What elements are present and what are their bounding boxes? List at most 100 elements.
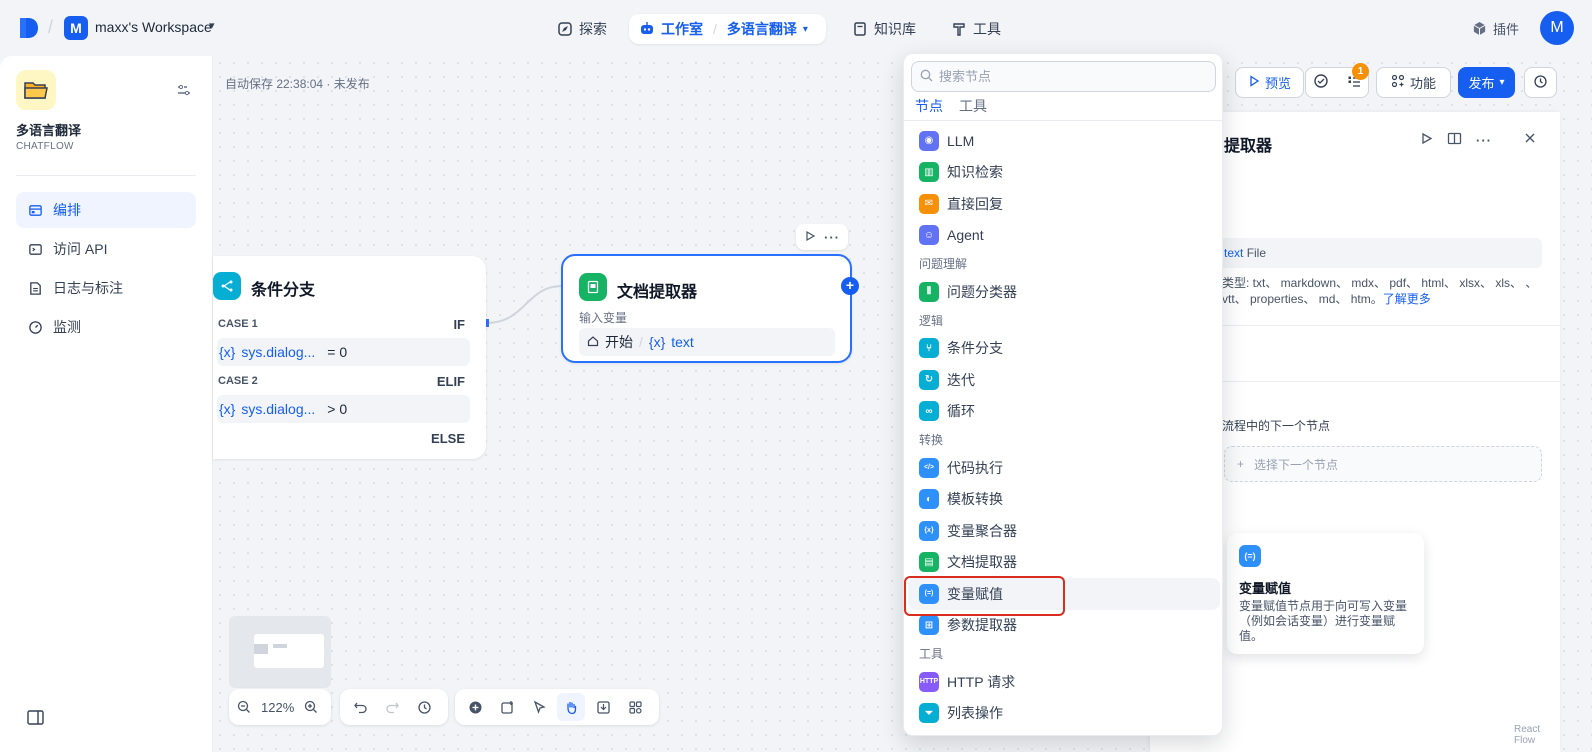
document-extractor-node[interactable]: 文档提取器 输入变量 开始 / {x} text: [561, 254, 852, 363]
search-input[interactable]: [939, 69, 1199, 84]
tab-tools[interactable]: 工具: [959, 96, 987, 122]
add-node-icon[interactable]: [461, 693, 489, 721]
condition-operator: = 0: [327, 344, 348, 360]
sidebar-item-logs[interactable]: 日志与标注: [16, 270, 196, 306]
case-tag: IF: [453, 317, 465, 332]
node-option[interactable]: ⑂ 条件分支: [904, 333, 1222, 365]
node-option[interactable]: ↻ 迭代: [904, 364, 1222, 396]
version-history-button[interactable]: [1524, 67, 1557, 98]
react-flow-attribution[interactable]: React Flow: [1514, 724, 1560, 746]
variable-assign-icon: (=): [1239, 545, 1261, 567]
chevron-down-icon[interactable]: ▾: [209, 19, 215, 32]
input-variable-row[interactable]: 开始 / {x} text: [579, 328, 835, 356]
node-option[interactable]: ⫴ 问题分类器: [904, 276, 1222, 308]
more-icon[interactable]: ···: [824, 230, 840, 245]
tab-bar: 节点 工具: [915, 96, 987, 122]
node-option[interactable]: </> 代码执行: [904, 452, 1222, 484]
node-title: 条件分支: [251, 282, 316, 299]
redo-icon[interactable]: [378, 693, 406, 721]
play-icon[interactable]: [1420, 132, 1433, 148]
zoom-level[interactable]: 122%: [259, 700, 296, 715]
minimap-node: [273, 644, 287, 648]
node-option[interactable]: HTTP HTTP 请求: [904, 666, 1222, 698]
select-next-node-button[interactable]: + 选择下一个节点: [1224, 446, 1542, 482]
history-controls: [340, 689, 448, 725]
history-icon[interactable]: [410, 693, 438, 721]
case-label: CASE 2: [218, 375, 258, 387]
close-icon[interactable]: [1524, 132, 1536, 147]
book-open-icon[interactable]: [1447, 132, 1462, 148]
sidebar-item-monitor[interactable]: 监测: [16, 309, 196, 345]
features-label: 功能: [1409, 76, 1436, 91]
sidebar-item-api[interactable]: 访问 API: [16, 231, 196, 267]
workspace-badge[interactable]: M: [64, 16, 88, 40]
preview-button[interactable]: 预览: [1235, 67, 1304, 98]
node-option[interactable]: {x} 变量聚合器: [904, 515, 1222, 547]
node-option[interactable]: ◐ 模板转换: [904, 484, 1222, 516]
undo-icon[interactable]: [346, 693, 374, 721]
minimap[interactable]: [229, 616, 331, 688]
more-icon[interactable]: ···: [1476, 133, 1492, 148]
compass-icon: [557, 21, 573, 37]
nav-explore[interactable]: 探索: [547, 14, 617, 44]
nav-studio[interactable]: 工作室 / 多语言翻译 ▾: [629, 14, 826, 44]
divider: [16, 175, 196, 176]
app-logo[interactable]: [18, 16, 40, 40]
chevron-down-icon[interactable]: ▾: [803, 24, 808, 35]
nav-explore-label: 探索: [579, 21, 607, 37]
node-option[interactable]: ▥ 知识检索: [904, 157, 1222, 189]
tab-nodes[interactable]: 节点: [915, 96, 943, 122]
run-history-icon[interactable]: [1313, 73, 1329, 92]
field-variable: text: [1224, 246, 1244, 260]
node-option-label: 列表操作: [947, 705, 1003, 722]
workspace-name[interactable]: maxx's Workspace: [95, 19, 212, 35]
input-file-field[interactable]: text File: [1220, 238, 1542, 268]
export-image-icon[interactable]: [589, 693, 617, 721]
node-option[interactable]: ▤ 文档提取器: [904, 547, 1222, 579]
organize-blocks-icon[interactable]: [621, 693, 649, 721]
panel-title: 提取器: [1224, 138, 1273, 155]
add-node-handle[interactable]: +: [841, 277, 859, 295]
add-note-icon[interactable]: [493, 693, 521, 721]
node-option[interactable]: ⏷ 列表操作: [904, 698, 1222, 730]
plugins-link[interactable]: 插件: [1472, 19, 1519, 38]
branch-icon: [213, 272, 241, 300]
search-box[interactable]: [911, 61, 1216, 92]
input-separator: /: [639, 334, 643, 350]
node-type-icon: ⑂: [919, 338, 939, 359]
divider: [904, 120, 1222, 121]
zoom-out-icon[interactable]: [233, 693, 255, 721]
features-button[interactable]: 功能: [1376, 67, 1451, 98]
condition-row[interactable]: {x} sys.dialog... = 0: [217, 338, 470, 366]
terminal-icon: [28, 242, 43, 257]
nav-current-app[interactable]: 多语言翻译: [727, 19, 797, 39]
node-tooltip: (=) 变量赋值 变量赋值节点用于向可写入变量（例如会话变量）进行变量赋值。: [1227, 533, 1424, 654]
sidebar-item-orchestrate[interactable]: 编排: [16, 192, 196, 228]
condition-row[interactable]: {x} sys.dialog... > 0: [217, 395, 470, 423]
zoom-in-icon[interactable]: [300, 693, 322, 721]
learn-more-link[interactable]: 了解更多: [1383, 292, 1431, 306]
pointer-icon[interactable]: [525, 693, 553, 721]
cube-icon: [1472, 21, 1487, 36]
node-option[interactable]: ∞ 循环: [904, 396, 1222, 428]
nav-knowledge[interactable]: 知识库: [842, 14, 926, 44]
variable-icon: {x}: [219, 401, 236, 417]
category-label: 问题理解: [919, 257, 968, 271]
sidebar-collapse-icon[interactable]: [27, 710, 44, 728]
publish-button[interactable]: 发布 ▾: [1458, 67, 1515, 98]
settings-sliders-icon[interactable]: [176, 82, 192, 101]
autosave-status: 自动保存 22:38:04 · 未发布: [225, 77, 370, 91]
avatar[interactable]: M: [1540, 11, 1574, 45]
variable-icon: {x}: [219, 344, 236, 360]
node-selector-dropdown: 节点 工具 ◉ LLM ▥ 知识检索 ✉ 直接回复 ☺ Agent 问题理解 ⫴ 问题分类器逻辑 ⑂ 条…: [903, 53, 1223, 736]
nav-separator: /: [713, 21, 717, 37]
play-icon[interactable]: [804, 230, 816, 245]
nav-tools[interactable]: 工具: [941, 14, 1011, 44]
app-sidebar: 多语言翻译 CHATFLOW 编排 访问 API 日志与标注 监测: [0, 56, 213, 752]
node-option[interactable]: ☺ Agent: [904, 220, 1222, 252]
hand-icon[interactable]: [557, 693, 585, 721]
if-else-node[interactable]: 条件分支 CASE 1 IF {x} sys.dialog... = 0 CAS…: [213, 256, 486, 459]
node-option[interactable]: ✉ 直接回复: [904, 188, 1222, 220]
sidebar-item-label: 访问 API: [53, 241, 108, 257]
node-option[interactable]: ◉ LLM: [904, 125, 1222, 157]
